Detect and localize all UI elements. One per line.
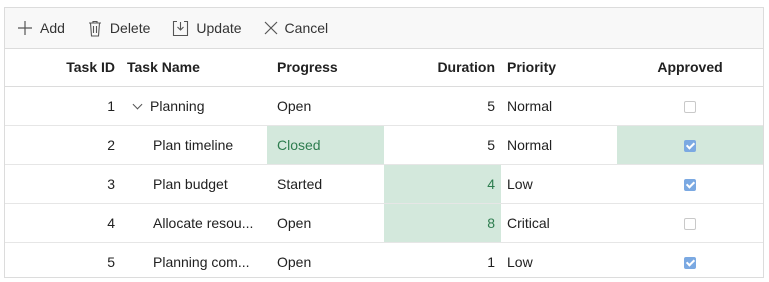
tree-grid: Add Delete Update Cancel Task ID Task Na… [4,7,764,278]
task-id-cell[interactable]: 5 [5,242,121,281]
header-duration[interactable]: Duration [384,49,501,87]
task-name-cell[interactable]: Allocate resou... [121,203,267,243]
progress-cell[interactable]: Open [267,242,384,281]
task-name-cell[interactable]: Planning [121,86,267,126]
task-id-cell[interactable]: 2 [5,125,121,165]
task-table: Task ID Task Name Progress Duration Prio… [5,49,763,281]
approved-checkbox[interactable] [684,257,696,270]
chevron-down-icon[interactable] [132,99,143,109]
approved-checkbox[interactable] [684,217,696,230]
table-row[interactable]: 2 Plan timeline Closed 5 Normal [5,125,763,165]
approved-cell[interactable] [617,164,763,204]
duration-cell[interactable]: 1 [384,242,501,281]
trash-icon [88,20,101,37]
approved-checkbox[interactable] [684,100,696,113]
approved-cell[interactable] [617,242,763,281]
header-task-name[interactable]: Task Name [121,49,267,87]
approved-cell[interactable] [617,86,763,126]
progress-cell[interactable]: Started [267,164,384,204]
header-row: Task ID Task Name Progress Duration Prio… [5,49,763,87]
task-name-cell[interactable]: Plan timeline [121,125,267,165]
cancel-label: Cancel [284,20,329,36]
table-row[interactable]: 4 Allocate resou... Open 8 Critical [5,203,763,243]
header-priority[interactable]: Priority [501,49,617,87]
delete-button[interactable]: Delete [87,20,150,37]
progress-cell[interactable]: Closed [267,125,384,165]
approved-cell[interactable] [617,203,763,243]
priority-cell[interactable]: Normal [501,125,617,165]
priority-cell[interactable]: Critical [501,203,617,243]
add-button[interactable]: Add [17,20,65,36]
priority-cell[interactable]: Low [501,164,617,204]
toolbar: Add Delete Update Cancel [5,8,763,49]
priority-cell[interactable]: Low [501,242,617,281]
priority-cell[interactable]: Normal [501,86,617,126]
task-id-cell[interactable]: 1 [5,86,121,126]
plus-icon [18,21,32,35]
update-label: Update [196,20,242,36]
table-row[interactable]: 1 Planning Open 5 Normal [5,86,763,126]
header-progress[interactable]: Progress [267,49,384,87]
task-id-cell[interactable]: 4 [5,203,121,243]
duration-cell[interactable]: 8 [384,203,501,243]
approved-cell[interactable] [617,125,763,165]
close-icon [264,21,277,35]
table-row[interactable]: 3 Plan budget Started 4 Low [5,164,763,204]
duration-cell[interactable]: 5 [384,86,501,126]
task-name-text: Planning [150,97,205,114]
header-task-id[interactable]: Task ID [5,49,121,87]
update-button[interactable]: Update [172,20,242,37]
progress-cell[interactable]: Open [267,86,384,126]
cancel-button[interactable]: Cancel [264,20,329,36]
approved-checkbox[interactable] [684,139,696,152]
task-id-cell[interactable]: 3 [5,164,121,204]
approved-checkbox[interactable] [684,178,696,191]
duration-cell[interactable]: 4 [384,164,501,204]
task-name-cell[interactable]: Planning com... [121,242,267,281]
save-icon [173,20,189,36]
add-label: Add [40,20,65,36]
table-row[interactable]: 5 Planning com... Open 1 Low [5,242,763,281]
progress-cell[interactable]: Open [267,203,384,243]
delete-label: Delete [109,20,151,36]
duration-cell[interactable]: 5 [384,125,501,165]
header-approved[interactable]: Approved [617,49,763,87]
task-name-cell[interactable]: Plan budget [121,164,267,204]
